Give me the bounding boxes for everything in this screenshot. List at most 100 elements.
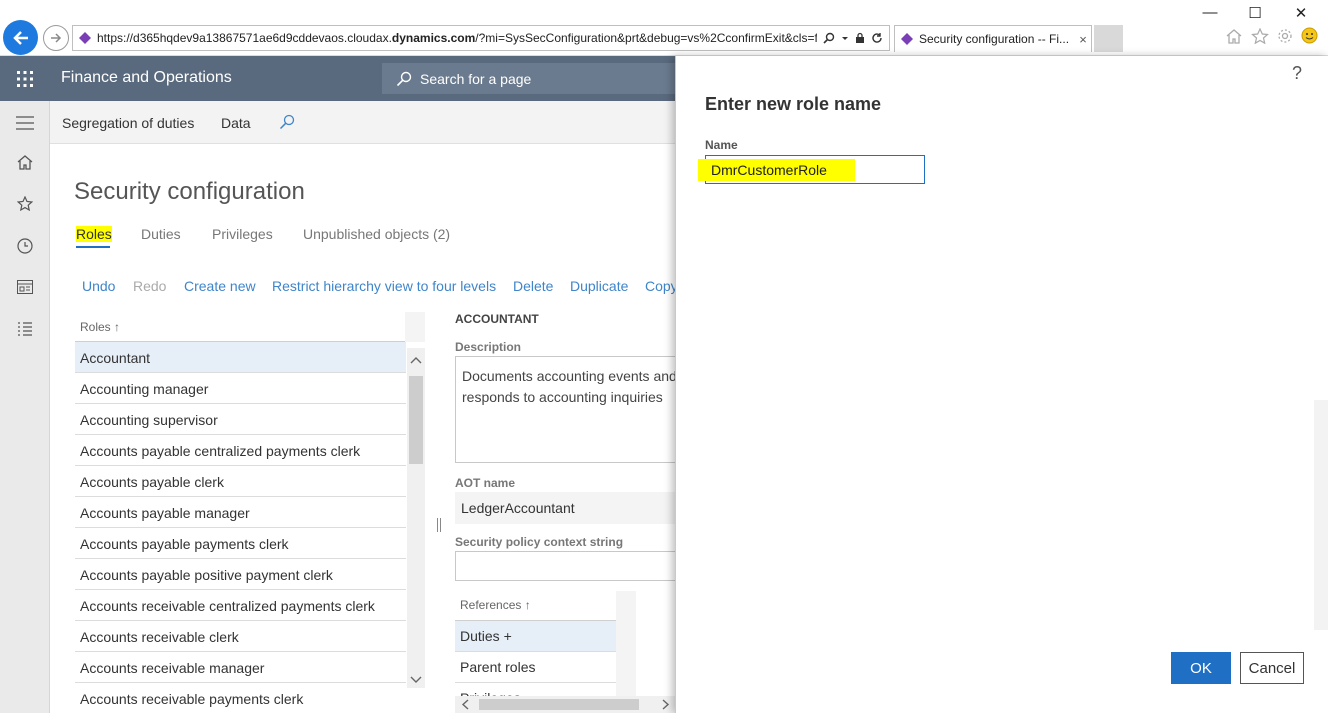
references-grid: References ↑ Duties + Parent roles Privi… — [455, 591, 616, 713]
chevron-down-icon[interactable] — [841, 32, 849, 44]
app-title: Finance and Operations — [61, 69, 232, 86]
delete-button[interactable]: Delete — [513, 278, 553, 294]
roles-scrollbar[interactable] — [407, 348, 425, 688]
app-launcher-button[interactable] — [0, 56, 50, 101]
new-role-dialog: ? Enter new role name Name OK Cancel — [675, 56, 1328, 713]
action-data[interactable]: Data — [221, 115, 251, 131]
url-suffix: /?mi=SysSecConfiguration&prt&debug=vs%2C… — [475, 31, 817, 45]
minimize-button[interactable]: — — [1200, 4, 1220, 21]
aot-name-field[interactable]: LedgerAccountant — [455, 492, 685, 524]
chevron-left-icon[interactable] — [461, 699, 469, 710]
table-row[interactable]: Accounts receivable manager — [75, 652, 406, 683]
modules-list-icon[interactable] — [15, 319, 35, 339]
tab-roles[interactable]: Roles — [76, 226, 112, 242]
browser-back-button[interactable] — [3, 20, 38, 55]
detail-horizontal-scrollbar[interactable] — [455, 696, 675, 713]
maximize-button[interactable]: ☐ — [1245, 4, 1265, 22]
browser-tools — [1225, 27, 1318, 44]
star-icon[interactable] — [1251, 27, 1269, 44]
scrollbar-thumb[interactable] — [409, 376, 423, 464]
ok-button[interactable]: OK — [1171, 652, 1231, 684]
table-row[interactable]: Accounts payable positive payment clerk — [75, 559, 406, 590]
list-item[interactable]: Duties + — [455, 621, 616, 652]
waffle-icon — [17, 70, 33, 87]
name-label: Name — [705, 138, 738, 152]
close-window-button[interactable]: ✕ — [1291, 4, 1311, 22]
chevron-down-icon[interactable] — [410, 676, 422, 684]
search-icon[interactable] — [823, 32, 835, 44]
table-row[interactable]: Accounts receivable payments clerk — [75, 683, 406, 713]
url-prefix: https://d365hqdev9a13867571ae6d9cddevaos… — [97, 31, 392, 45]
url-domain: dynamics.com — [391, 31, 476, 45]
security-policy-label: Security policy context string — [455, 535, 624, 549]
refresh-icon[interactable] — [871, 32, 883, 44]
search-icon — [396, 71, 412, 86]
home-icon[interactable] — [1225, 28, 1243, 44]
duplicate-button[interactable]: Duplicate — [570, 278, 628, 294]
table-row[interactable]: Accounts payable centralized payments cl… — [75, 435, 406, 466]
home-icon[interactable] — [15, 152, 35, 172]
roles-column-header[interactable]: Roles ↑ — [75, 312, 406, 342]
table-row[interactable]: Accounting manager — [75, 373, 406, 404]
address-bar[interactable]: https://d365hqdev9a13867571ae6d9cddevaos… — [72, 25, 890, 51]
name-field-container — [698, 155, 925, 184]
action-pane: Segregation of duties Data — [50, 101, 675, 144]
browser-tab[interactable]: Security configuration -- Fi... × — [894, 25, 1092, 52]
table-row[interactable]: Accounts receivable centralized payments… — [75, 590, 406, 621]
gear-icon[interactable] — [1277, 28, 1293, 44]
pane-splitter-handle[interactable] — [437, 518, 441, 532]
tab-duties[interactable]: Duties — [141, 226, 181, 242]
table-row[interactable]: Accounts payable manager — [75, 497, 406, 528]
recent-clock-icon[interactable] — [15, 236, 35, 256]
role-name-input[interactable] — [708, 158, 922, 181]
restrict-hierarchy-button[interactable]: Restrict hierarchy view to four levels — [272, 278, 496, 294]
search-placeholder: Search for a page — [420, 70, 532, 87]
browser-forward-button[interactable] — [43, 25, 69, 51]
dynamics-favicon-icon — [79, 32, 91, 44]
description-field[interactable]: Documents accounting events and responds… — [455, 356, 685, 463]
table-row[interactable]: Accountant — [75, 342, 406, 373]
copy-button[interactable]: Copy — [645, 278, 678, 294]
chevron-right-icon[interactable] — [662, 699, 670, 710]
table-row[interactable]: Accounts payable clerk — [75, 466, 406, 497]
tab-unpublished-objects[interactable]: Unpublished objects (2) — [303, 226, 450, 242]
undo-button[interactable]: Undo — [82, 278, 115, 294]
address-icons — [817, 32, 889, 44]
sort-ascending-icon: ↑ — [114, 320, 121, 334]
roles-header-label: Roles — [80, 320, 111, 334]
table-row[interactable]: Accounts receivable clerk — [75, 621, 406, 652]
search-icon[interactable] — [279, 114, 295, 130]
roles-grid: Roles ↑ Accountant Accounting manager Ac… — [75, 312, 406, 713]
table-row[interactable]: Accounting supervisor — [75, 404, 406, 435]
page-search-box[interactable]: Search for a page — [382, 63, 682, 94]
scrollbar-thumb[interactable] — [479, 699, 639, 710]
description-label: Description — [455, 340, 522, 354]
sort-ascending-icon: ↑ — [524, 598, 531, 612]
redo-button[interactable]: Redo — [133, 278, 166, 294]
arrow-left-icon — [12, 30, 28, 45]
browser-window: { "browser": { "url_prefix": "https://d3… — [0, 0, 1328, 713]
hamburger-icon[interactable] — [15, 113, 35, 133]
references-header-label: References — [460, 598, 522, 612]
help-icon[interactable]: ? — [1292, 63, 1302, 84]
dialog-title: Enter new role name — [705, 94, 882, 114]
favorites-star-icon[interactable] — [15, 194, 35, 214]
dynamics-favicon-icon — [901, 33, 913, 45]
chevron-up-icon[interactable] — [410, 356, 422, 364]
create-new-button[interactable]: Create new — [184, 278, 256, 294]
smiley-icon[interactable] — [1301, 27, 1318, 44]
lock-icon[interactable] — [855, 32, 865, 44]
new-tab-button[interactable] — [1094, 25, 1123, 52]
grid-header-spacer — [405, 312, 425, 342]
references-column-header[interactable]: References ↑ — [455, 591, 616, 621]
action-segregation-of-duties[interactable]: Segregation of duties — [62, 115, 194, 131]
active-tab-indicator — [76, 246, 110, 248]
table-row[interactable]: Accounts payable payments clerk — [75, 528, 406, 559]
tab-close-icon[interactable]: × — [1075, 32, 1091, 47]
list-item[interactable]: Parent roles — [455, 652, 616, 683]
security-policy-field[interactable] — [455, 551, 685, 581]
tab-privileges[interactable]: Privileges — [212, 226, 273, 242]
workspaces-icon[interactable] — [15, 277, 35, 297]
references-scrollbar[interactable] — [616, 591, 636, 696]
cancel-button[interactable]: Cancel — [1240, 652, 1304, 684]
